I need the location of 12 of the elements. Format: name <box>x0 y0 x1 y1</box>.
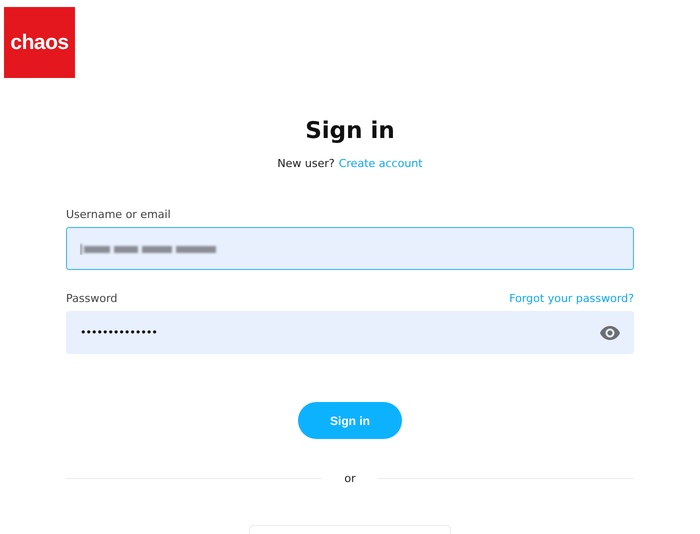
username-field[interactable] <box>66 227 634 270</box>
logo[interactable]: chaos <box>4 7 75 78</box>
create-account-link[interactable]: Create account <box>338 157 423 170</box>
password-field[interactable]: •••••••••••••• <box>66 311 634 354</box>
sign-in-button[interactable]: Sign in <box>298 402 402 439</box>
forgot-password-link[interactable]: Forgot your password? <box>509 292 634 305</box>
divider-text: or <box>343 472 357 485</box>
field-label: Password <box>66 292 118 305</box>
field-label: Username or email <box>66 208 171 221</box>
eye-icon[interactable] <box>600 326 620 340</box>
new-user-text: New user? <box>277 157 335 170</box>
page-title: Sign in <box>305 117 395 146</box>
